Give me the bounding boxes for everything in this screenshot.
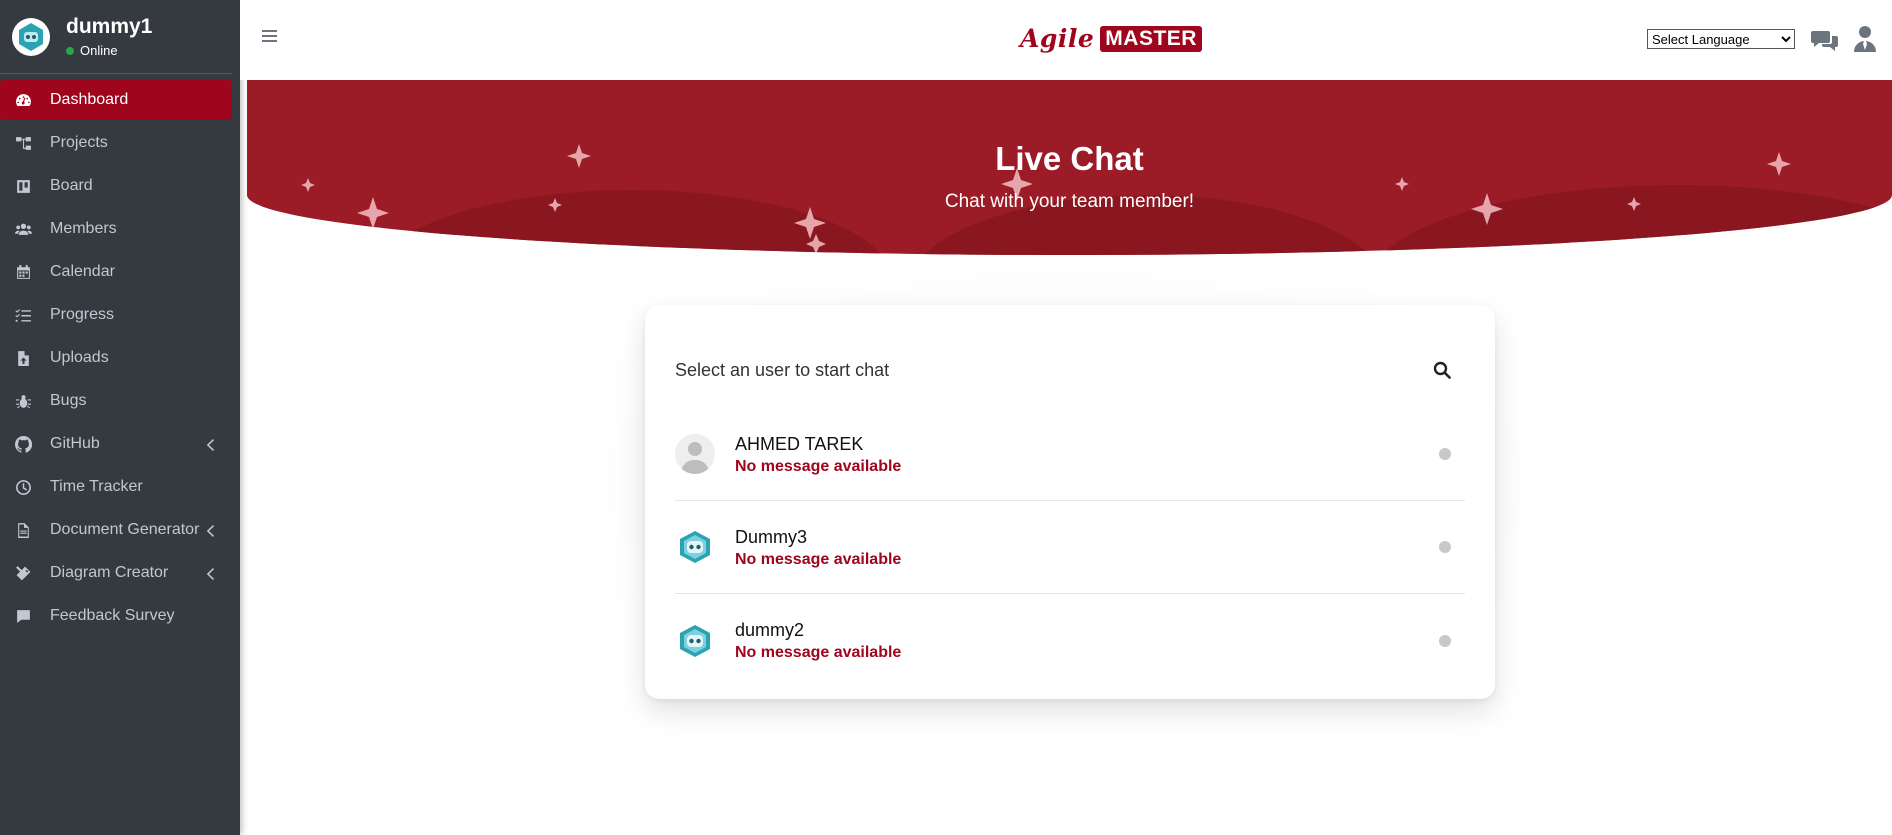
sidebar-item-label: Time Tracker: [50, 478, 143, 495]
sidebar-item-label: Feedback Survey: [50, 607, 175, 624]
offline-status-dot: [1439, 634, 1451, 647]
chat-last-message: No message available: [735, 644, 902, 661]
sidebar: dummy1 Online Dashboard Projects Board M…: [0, 0, 240, 835]
sidebar-item-time-tracker[interactable]: Time Tracker: [0, 467, 232, 507]
chat-last-message: No message available: [735, 550, 902, 568]
sidebar-item-label: Dashboard: [50, 91, 129, 108]
sidebar-item-label: Projects: [50, 134, 108, 151]
chat-user-list: AHMED TAREK No message available Dummy3 …: [675, 408, 1465, 687]
user-tie-icon[interactable]: [1852, 25, 1878, 53]
robot-avatar-icon: [675, 621, 715, 661]
calendar-icon: [12, 261, 34, 283]
dashboard-icon: [12, 89, 34, 111]
page-title: Live Chat: [995, 140, 1144, 177]
logo-agile-text: Agile: [1020, 24, 1095, 53]
sidebar-item-label: Document Generator: [50, 521, 200, 538]
language-select[interactable]: Select Language: [1647, 29, 1795, 49]
chat-user-row[interactable]: dummy2 No message available: [675, 594, 1465, 687]
offline-status-dot: [1439, 448, 1451, 460]
offline-status-dot: [1439, 541, 1451, 553]
sidebar-item-github[interactable]: GitHub: [0, 424, 232, 464]
sidebar-item-label: Board: [50, 177, 93, 194]
chat-user-name: AHMED TAREK: [735, 433, 864, 454]
chat-bubbles-icon[interactable]: [1811, 28, 1839, 52]
bug-icon: [12, 390, 34, 412]
chat-user-name: dummy2: [735, 620, 805, 640]
user-status: Online: [66, 43, 152, 58]
user-status-label: Online: [80, 43, 118, 58]
sidebar-item-diagram-creator[interactable]: Diagram Creator: [0, 553, 232, 593]
sidebar-item-projects[interactable]: Projects: [0, 123, 232, 163]
sidebar-item-label: Uploads: [50, 349, 109, 366]
page-subtitle: Chat with your team member!: [944, 191, 1195, 212]
sidebar-item-document-generator[interactable]: Document Generator: [0, 510, 232, 550]
users-icon: [12, 218, 34, 240]
logo-master-text: MASTER: [1100, 25, 1202, 52]
user-panel: dummy1 Online: [0, 0, 232, 74]
user-avatar[interactable]: [12, 17, 50, 56]
sidebar-item-progress[interactable]: Progress: [0, 295, 232, 335]
user-name: dummy1: [66, 15, 153, 38]
default-user-avatar: [675, 434, 715, 474]
sidebar-item-calendar[interactable]: Calendar: [0, 252, 232, 292]
chevron-left-icon: [206, 438, 216, 451]
sidebar-item-uploads[interactable]: Uploads: [0, 338, 232, 378]
file-upload-icon: [12, 347, 34, 369]
sidebar-item-board[interactable]: Board: [0, 166, 232, 206]
app-logo[interactable]: Agile MASTER: [1020, 24, 1202, 53]
github-icon: [12, 433, 34, 455]
chat-users-card: Select an user to start chat AHMED TAREK…: [645, 305, 1495, 699]
search-icon[interactable]: [1433, 361, 1451, 379]
sidebar-item-label: Progress: [50, 306, 115, 323]
robot-avatar-icon: [19, 22, 43, 51]
live-chat-banner: Live Chat Chat with your team member!: [247, 80, 1892, 255]
tools-icon: [12, 562, 34, 584]
sidebar-item-members[interactable]: Members: [0, 209, 232, 249]
document-icon: [12, 519, 34, 541]
clock-icon: [12, 476, 34, 498]
sidebar-item-dashboard[interactable]: Dashboard: [0, 80, 232, 120]
sidebar-item-feedback-survey[interactable]: Feedback Survey: [0, 596, 232, 636]
tasks-icon: [12, 304, 34, 326]
sidebar-item-bugs[interactable]: Bugs: [0, 381, 232, 421]
online-status-dot: [66, 46, 74, 55]
chevron-left-icon: [206, 524, 216, 537]
sidebar-nav: Dashboard Projects Board Members Calenda…: [0, 74, 240, 636]
sidebar-item-label: Members: [50, 220, 117, 237]
hamburger-menu-icon[interactable]: [262, 30, 277, 43]
sidebar-item-label: Calendar: [50, 263, 115, 280]
chevron-left-icon: [206, 567, 216, 580]
comment-icon: [12, 605, 34, 627]
chat-last-message: No message available: [735, 457, 902, 475]
chat-list-header: Select an user to start chat: [675, 360, 890, 380]
sidebar-item-label: Bugs: [50, 392, 87, 409]
chat-user-row[interactable]: Dummy3 No message available: [675, 501, 1465, 594]
sitemap-icon: [12, 132, 34, 154]
top-navbar: Agile MASTER Select Language: [240, 0, 1892, 80]
board-icon: [12, 175, 34, 197]
robot-avatar-icon: [675, 527, 715, 567]
sidebar-item-label: Diagram Creator: [50, 564, 169, 581]
chat-user-row[interactable]: AHMED TAREK No message available: [675, 408, 1465, 501]
chat-user-name: Dummy3: [735, 526, 808, 547]
sidebar-item-label: GitHub: [50, 435, 100, 452]
